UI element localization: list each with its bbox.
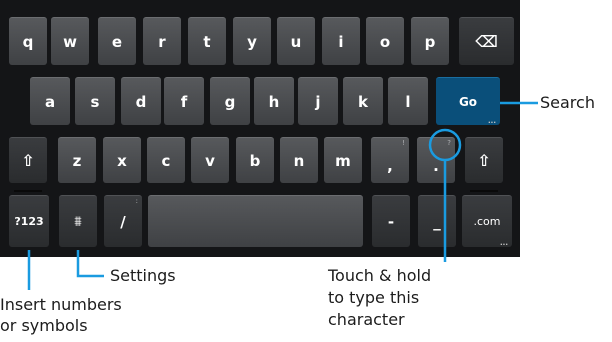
- go-label: Go: [458, 94, 478, 109]
- key-label: x: [117, 151, 127, 170]
- key-period[interactable]: . ?: [417, 137, 455, 183]
- settings-icon: ⩩: [74, 213, 82, 230]
- key-label: e: [111, 32, 123, 51]
- key-dash[interactable]: -: [372, 195, 410, 247]
- key-label: ?123: [14, 215, 44, 228]
- key-label: j: [315, 92, 321, 111]
- numbers-label-line2: or symbols: [0, 316, 88, 335]
- shift-indicator: [14, 190, 42, 192]
- more-dots: ...: [488, 117, 496, 125]
- key-label: s: [90, 92, 100, 111]
- key-label: .com: [473, 215, 501, 228]
- key-label: o: [379, 32, 391, 51]
- shift-key-left[interactable]: ⇧: [9, 137, 47, 192]
- more-dots: ...: [500, 239, 508, 247]
- com-key[interactable]: .com ...: [462, 195, 512, 247]
- search-label: Search: [540, 93, 595, 112]
- hold-label-line2: to type this: [328, 288, 420, 307]
- key-label: v: [205, 151, 215, 170]
- backspace-icon: ⌫: [475, 32, 498, 51]
- key-hint: ?: [447, 139, 451, 147]
- key-underscore[interactable]: _: [418, 195, 456, 247]
- backspace-key[interactable]: ⌫: [459, 17, 514, 65]
- key-e[interactable]: e: [98, 17, 136, 65]
- hold-label-line1: Touch & hold: [328, 266, 432, 285]
- soft-keyboard: q w e r t y u i o p ⌫ a s d f g h j k l …: [0, 0, 520, 257]
- key-q[interactable]: q: [9, 17, 47, 65]
- key-w[interactable]: w: [51, 17, 89, 65]
- key-r[interactable]: r: [143, 17, 181, 65]
- key-label: a: [44, 92, 56, 111]
- key-l[interactable]: l: [388, 77, 428, 125]
- key-label: p: [424, 32, 436, 51]
- key-x[interactable]: x: [103, 137, 141, 183]
- key-t[interactable]: t: [188, 17, 226, 65]
- key-u[interactable]: u: [277, 17, 315, 65]
- key-g[interactable]: g: [210, 77, 250, 125]
- key-label: u: [290, 32, 302, 51]
- numbers-label-line1: Insert numbers: [0, 295, 122, 314]
- key-z[interactable]: z: [58, 137, 96, 183]
- key-i[interactable]: i: [322, 17, 360, 65]
- key-label: ,: [387, 156, 393, 175]
- key-label: r: [158, 32, 166, 51]
- shift-icon: ⇧: [21, 151, 35, 170]
- key-h[interactable]: h: [254, 77, 294, 125]
- key-label: d: [135, 92, 147, 111]
- key-a[interactable]: a: [30, 77, 70, 125]
- settings-key[interactable]: ⩩: [59, 195, 97, 247]
- key-label: t: [203, 32, 211, 51]
- key-hint: :: [135, 197, 138, 205]
- shift-icon: ⇧: [477, 151, 491, 170]
- key-f[interactable]: f: [164, 77, 204, 125]
- key-label: b: [249, 151, 261, 170]
- key-label: -: [387, 212, 395, 231]
- key-label: q: [22, 32, 34, 51]
- key-slash[interactable]: / :: [104, 195, 142, 247]
- key-label: w: [63, 32, 77, 51]
- key-label: /: [120, 212, 126, 231]
- key-b[interactable]: b: [236, 137, 274, 183]
- key-label: n: [293, 151, 305, 170]
- key-label: h: [268, 92, 280, 111]
- hold-label-line3: character: [328, 310, 405, 329]
- key-label: f: [180, 92, 188, 111]
- go-key[interactable]: Go ...: [436, 77, 500, 125]
- key-s[interactable]: s: [75, 77, 115, 125]
- key-label: z: [72, 151, 82, 170]
- key-o[interactable]: o: [366, 17, 404, 65]
- key-label: _: [433, 212, 441, 231]
- key-label: g: [224, 92, 236, 111]
- key-k[interactable]: k: [343, 77, 383, 125]
- symbols-key[interactable]: ?123: [9, 195, 49, 247]
- key-j[interactable]: j: [298, 77, 338, 125]
- shift-key-right[interactable]: ⇧: [465, 137, 503, 192]
- key-label: i: [338, 32, 344, 51]
- key-label: .: [433, 156, 439, 175]
- key-comma[interactable]: , !: [371, 137, 409, 183]
- key-label: l: [405, 92, 411, 111]
- key-hint: !: [402, 139, 405, 147]
- key-n[interactable]: n: [280, 137, 318, 183]
- settings-label: Settings: [110, 266, 176, 285]
- key-label: c: [161, 151, 171, 170]
- key-d[interactable]: d: [121, 77, 161, 125]
- key-label: m: [335, 151, 351, 170]
- key-c[interactable]: c: [147, 137, 185, 183]
- key-v[interactable]: v: [191, 137, 229, 183]
- key-m[interactable]: m: [324, 137, 362, 183]
- key-label: y: [247, 32, 257, 51]
- key-label: k: [358, 92, 368, 111]
- key-y[interactable]: y: [233, 17, 271, 65]
- shift-indicator: [470, 190, 498, 192]
- key-p[interactable]: p: [411, 17, 449, 65]
- spacebar[interactable]: [148, 195, 363, 247]
